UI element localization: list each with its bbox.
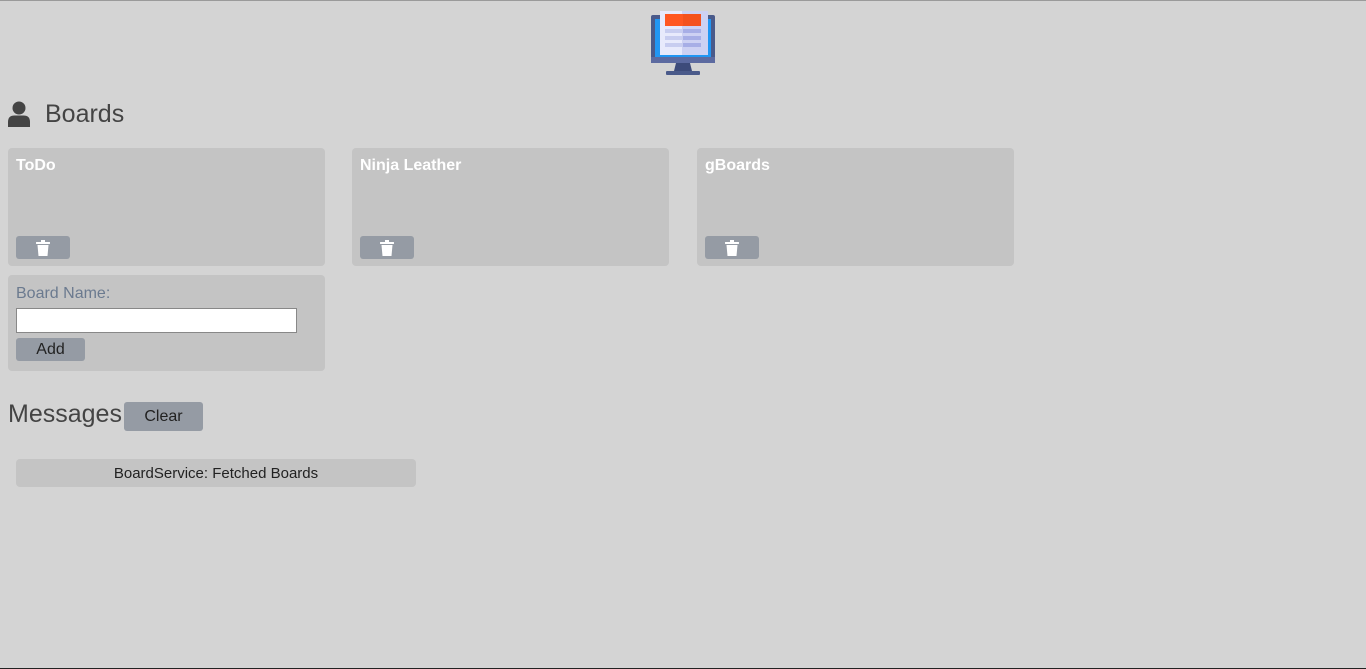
board-name[interactable]: ToDo xyxy=(16,157,56,175)
boards-heading: Boards xyxy=(8,98,124,130)
delete-board-button[interactable] xyxy=(360,236,414,259)
board-name-label: Board Name: xyxy=(16,285,111,302)
delete-board-button[interactable] xyxy=(705,236,759,259)
page-title: Boards xyxy=(45,99,125,128)
user-icon xyxy=(8,101,30,127)
board-name[interactable]: Ninja Leather xyxy=(360,157,461,175)
messages-title: Messages xyxy=(8,400,122,428)
board-card[interactable]: gBoards xyxy=(697,148,1014,266)
add-board-form: Board Name: Add xyxy=(8,275,325,371)
board-name-input[interactable] xyxy=(16,308,297,333)
trash-icon xyxy=(725,239,739,256)
delete-board-button[interactable] xyxy=(16,236,70,259)
message-item: BoardService: Fetched Boards xyxy=(16,459,416,487)
board-card[interactable]: Ninja Leather xyxy=(352,148,669,266)
add-board-button[interactable]: Add xyxy=(16,338,85,361)
trash-icon xyxy=(380,239,394,256)
board-name[interactable]: gBoards xyxy=(705,157,770,175)
clear-messages-button[interactable]: Clear xyxy=(124,402,203,431)
board-card[interactable]: ToDo xyxy=(8,148,325,266)
trash-icon xyxy=(36,239,50,256)
monitor-document-icon xyxy=(651,11,715,75)
app-logo xyxy=(650,9,716,77)
